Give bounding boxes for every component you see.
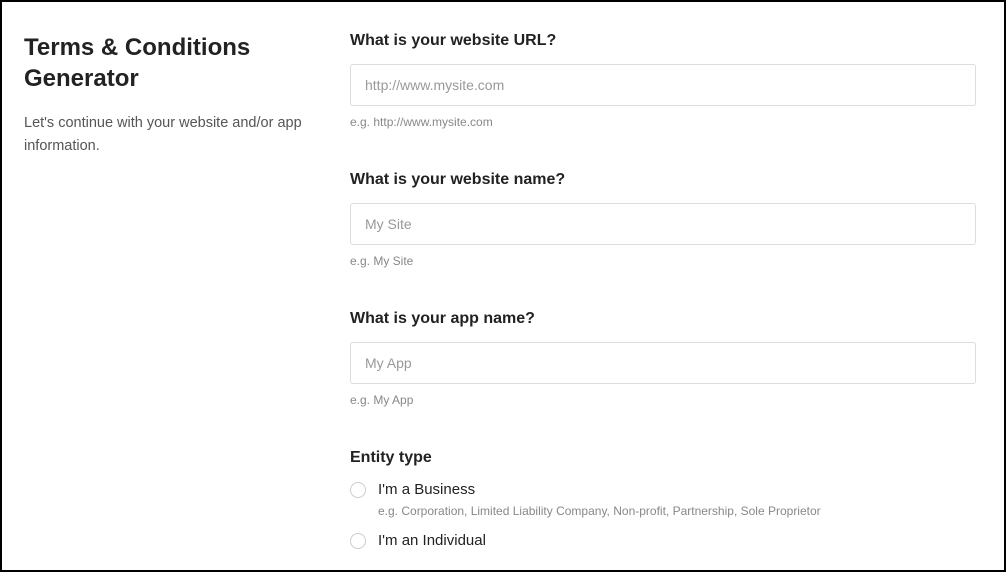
website-url-input[interactable] — [350, 64, 976, 106]
entity-business-hint: e.g. Corporation, Limited Liability Comp… — [378, 504, 976, 518]
entity-business-radio[interactable]: I'm a Business — [350, 481, 976, 498]
website-url-group: What is your website URL? e.g. http://ww… — [350, 32, 976, 129]
entity-individual-radio[interactable]: I'm an Individual — [350, 532, 976, 549]
page-title: Terms & Conditions Generator — [24, 32, 304, 94]
website-url-label: What is your website URL? — [350, 32, 976, 50]
app-name-group: What is your app name? e.g. My App — [350, 310, 976, 407]
form-area: What is your website URL? e.g. http://ww… — [350, 32, 982, 570]
sidebar: Terms & Conditions Generator Let's conti… — [24, 32, 304, 570]
app-name-input[interactable] — [350, 342, 976, 384]
website-url-hint: e.g. http://www.mysite.com — [350, 115, 976, 129]
website-name-group: What is your website name? e.g. My Site — [350, 171, 976, 268]
entity-business-label: I'm a Business — [378, 481, 475, 498]
radio-icon — [350, 482, 366, 498]
app-name-hint: e.g. My App — [350, 393, 976, 407]
radio-icon — [350, 533, 366, 549]
website-name-label: What is your website name? — [350, 171, 976, 189]
website-name-input[interactable] — [350, 203, 976, 245]
app-name-label: What is your app name? — [350, 310, 976, 328]
entity-individual-label: I'm an Individual — [378, 532, 486, 549]
website-name-hint: e.g. My Site — [350, 254, 976, 268]
entity-type-group: Entity type I'm a Business e.g. Corporat… — [350, 449, 976, 549]
app-frame: Terms & Conditions Generator Let's conti… — [0, 0, 1006, 572]
page-subtitle: Let's continue with your website and/or … — [24, 112, 304, 157]
entity-type-label: Entity type — [350, 449, 976, 467]
